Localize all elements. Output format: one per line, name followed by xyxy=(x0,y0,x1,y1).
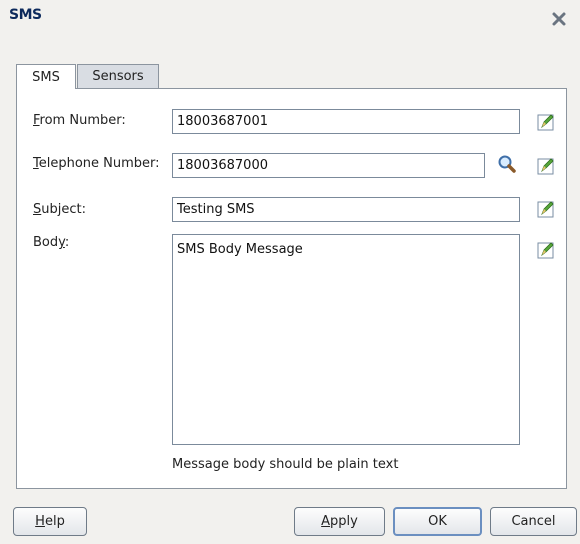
tab-sensors[interactable]: Sensors xyxy=(77,64,159,88)
edit-icon[interactable] xyxy=(536,240,556,260)
body-textarea[interactable]: SMS Body Message xyxy=(172,234,520,445)
close-icon[interactable] xyxy=(550,10,568,28)
ok-button[interactable]: OK xyxy=(393,507,482,536)
body-label: Body: xyxy=(33,235,70,250)
search-icon[interactable] xyxy=(497,154,517,174)
help-button[interactable]: Help xyxy=(13,507,87,536)
edit-icon[interactable] xyxy=(536,156,556,176)
telephone-number-field[interactable]: 18003687000 xyxy=(172,153,485,178)
from-number-label: From Number: xyxy=(33,113,126,128)
body-hint: Message body should be plain text xyxy=(172,457,399,472)
sms-panel: From Number: 18003687001 Telephone Numbe… xyxy=(16,88,567,489)
telephone-number-label: Telephone Number: xyxy=(33,156,160,171)
subject-label: Subject: xyxy=(33,202,86,217)
from-number-field[interactable]: 18003687001 xyxy=(172,109,520,134)
dialog-title: SMS xyxy=(9,7,42,23)
apply-button[interactable]: Apply xyxy=(294,507,385,536)
tab-sms[interactable]: SMS xyxy=(16,64,76,89)
tab-sms-label: SMS xyxy=(32,69,60,85)
edit-icon[interactable] xyxy=(536,199,556,219)
edit-icon[interactable] xyxy=(536,112,556,132)
tab-sensors-label: Sensors xyxy=(92,69,144,84)
cancel-button[interactable]: Cancel xyxy=(490,507,577,536)
subject-field[interactable]: Testing SMS xyxy=(172,197,520,222)
